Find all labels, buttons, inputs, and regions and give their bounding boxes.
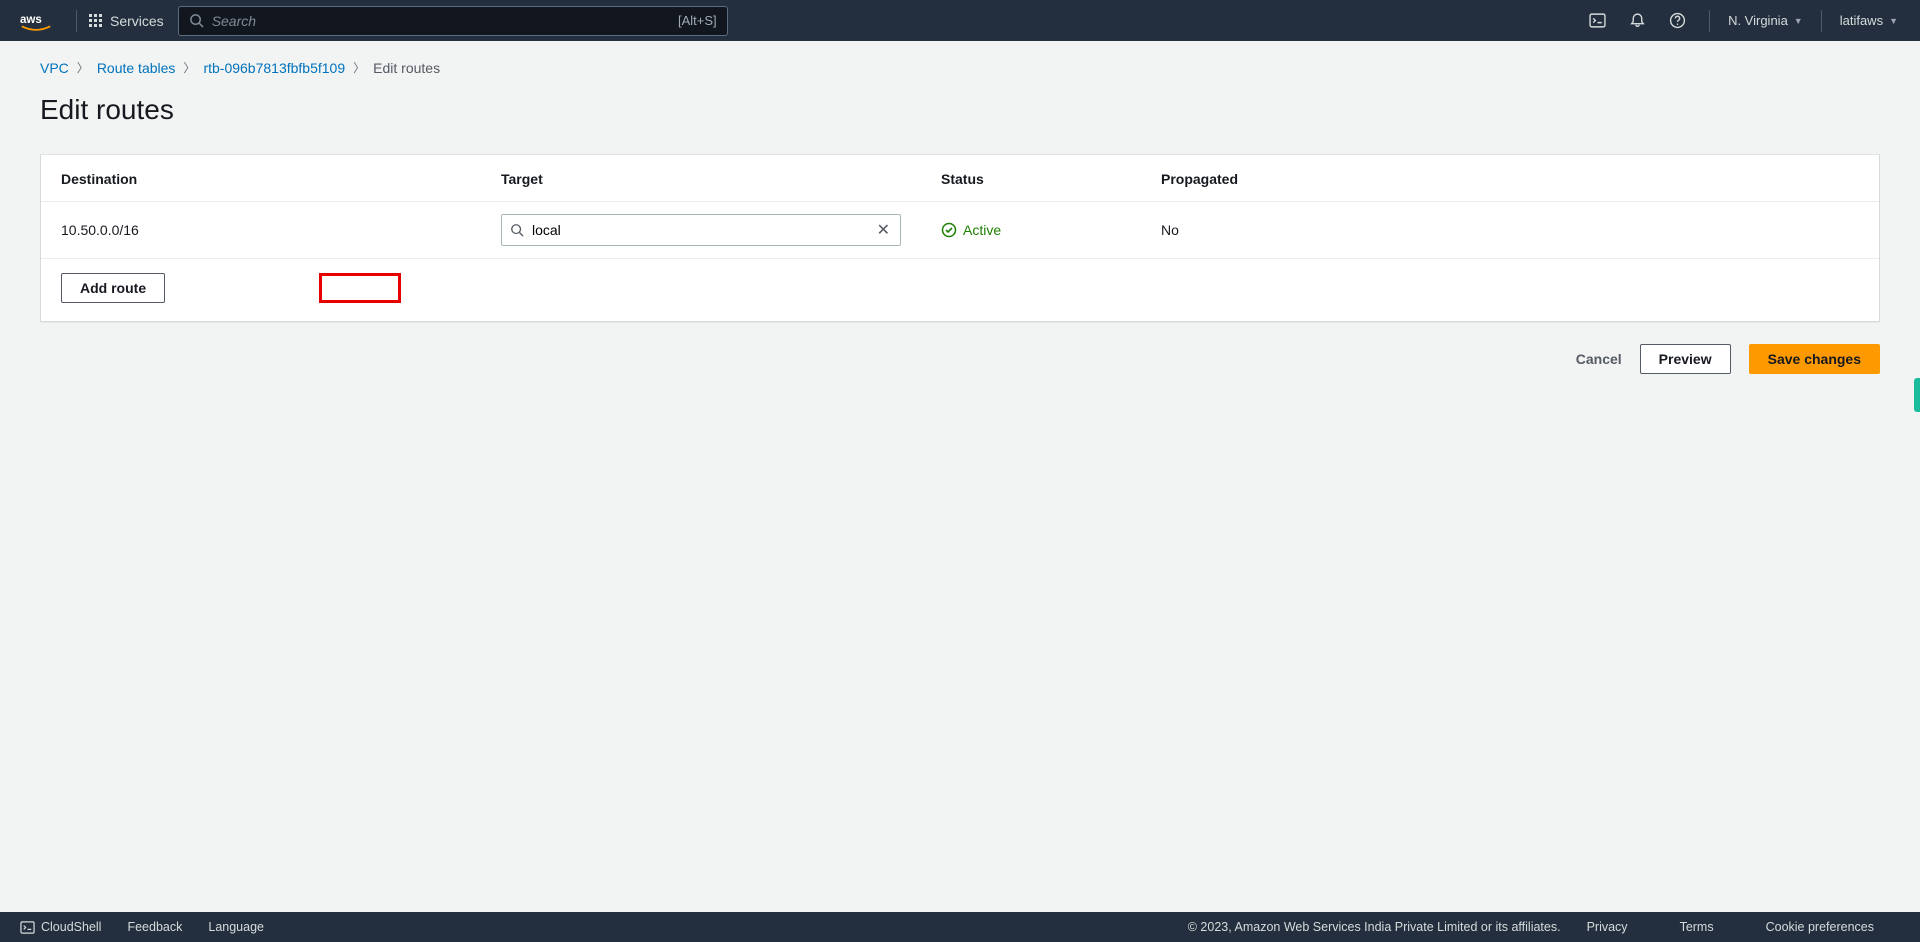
separator — [1821, 10, 1822, 32]
target-combobox[interactable]: ✕ — [501, 214, 901, 246]
th-target: Target — [481, 155, 921, 202]
cancel-button[interactable]: Cancel — [1576, 351, 1622, 367]
feedback-link[interactable]: Feedback — [127, 920, 182, 934]
side-tab[interactable] — [1914, 378, 1920, 412]
cell-target: ✕ — [481, 202, 921, 259]
svg-text:aws: aws — [20, 13, 42, 25]
th-propagated: Propagated — [1141, 155, 1879, 202]
services-menu[interactable]: Services — [89, 13, 164, 29]
search-icon — [510, 223, 524, 237]
terms-link[interactable]: Terms — [1680, 920, 1714, 934]
chevron-right-icon: 〉 — [183, 59, 195, 76]
action-bar: Cancel Preview Save changes — [40, 344, 1880, 374]
language-link[interactable]: Language — [208, 920, 264, 934]
content: VPC 〉 Route tables 〉 rtb-096b7813fbfb5f1… — [0, 41, 1920, 392]
services-label: Services — [110, 13, 164, 29]
th-destination: Destination — [41, 155, 481, 202]
cell-status: Active — [921, 202, 1141, 259]
clear-icon[interactable]: ✕ — [875, 220, 892, 240]
crumb-route-tables[interactable]: Route tables — [97, 60, 176, 76]
search-icon — [189, 13, 204, 28]
panel-footer: Add route — [41, 259, 1879, 321]
grid-icon — [89, 14, 102, 27]
table-row: 10.50.0.0/16 ✕ Active — [41, 202, 1879, 259]
add-route-button[interactable]: Add route — [61, 273, 165, 303]
chevron-right-icon: 〉 — [77, 59, 89, 76]
footer-bar: CloudShell Feedback Language © 2023, Ama… — [0, 912, 1920, 942]
copyright: © 2023, Amazon Web Services India Privat… — [1188, 920, 1561, 934]
routes-panel: Destination Target Status Propagated 10.… — [40, 154, 1880, 322]
cloudshell-icon[interactable] — [1577, 12, 1617, 29]
highlight-box — [319, 273, 401, 303]
search-shortcut: [Alt+S] — [678, 13, 717, 28]
preview-button[interactable]: Preview — [1640, 344, 1731, 374]
aws-logo[interactable]: aws — [20, 11, 52, 31]
status-badge: Active — [941, 222, 1121, 238]
chevron-down-icon: ▼ — [1889, 16, 1898, 26]
th-status: Status — [921, 155, 1141, 202]
breadcrumb: VPC 〉 Route tables 〉 rtb-096b7813fbfb5f1… — [40, 59, 1880, 76]
cell-propagated: No — [1141, 202, 1879, 259]
check-circle-icon — [941, 222, 957, 238]
cell-destination: 10.50.0.0/16 — [41, 202, 481, 259]
chevron-down-icon: ▼ — [1794, 16, 1803, 26]
routes-table: Destination Target Status Propagated 10.… — [41, 155, 1879, 259]
cloudshell-icon — [20, 920, 35, 935]
crumb-current: Edit routes — [373, 60, 440, 76]
help-icon[interactable] — [1657, 12, 1697, 29]
cloudshell-link[interactable]: CloudShell — [20, 920, 101, 935]
separator — [76, 10, 77, 32]
nav-right: N. Virginia▼ latifaws▼ — [1577, 10, 1904, 32]
crumb-rtb-id[interactable]: rtb-096b7813fbfb5f109 — [203, 60, 345, 76]
search-input[interactable] — [212, 13, 678, 29]
target-input[interactable] — [532, 222, 875, 238]
account-menu[interactable]: latifaws▼ — [1834, 13, 1904, 28]
notifications-icon[interactable] — [1617, 12, 1657, 29]
separator — [1709, 10, 1710, 32]
privacy-link[interactable]: Privacy — [1587, 920, 1628, 934]
page-title: Edit routes — [40, 94, 1880, 126]
crumb-vpc[interactable]: VPC — [40, 60, 69, 76]
chevron-right-icon: 〉 — [353, 59, 365, 76]
save-changes-button[interactable]: Save changes — [1749, 344, 1880, 374]
region-selector[interactable]: N. Virginia▼ — [1722, 13, 1809, 28]
cookie-link[interactable]: Cookie preferences — [1766, 920, 1874, 934]
top-nav: aws Services [Alt+S] N. Virginia▼ latifa… — [0, 0, 1920, 41]
global-search[interactable]: [Alt+S] — [178, 6, 728, 36]
